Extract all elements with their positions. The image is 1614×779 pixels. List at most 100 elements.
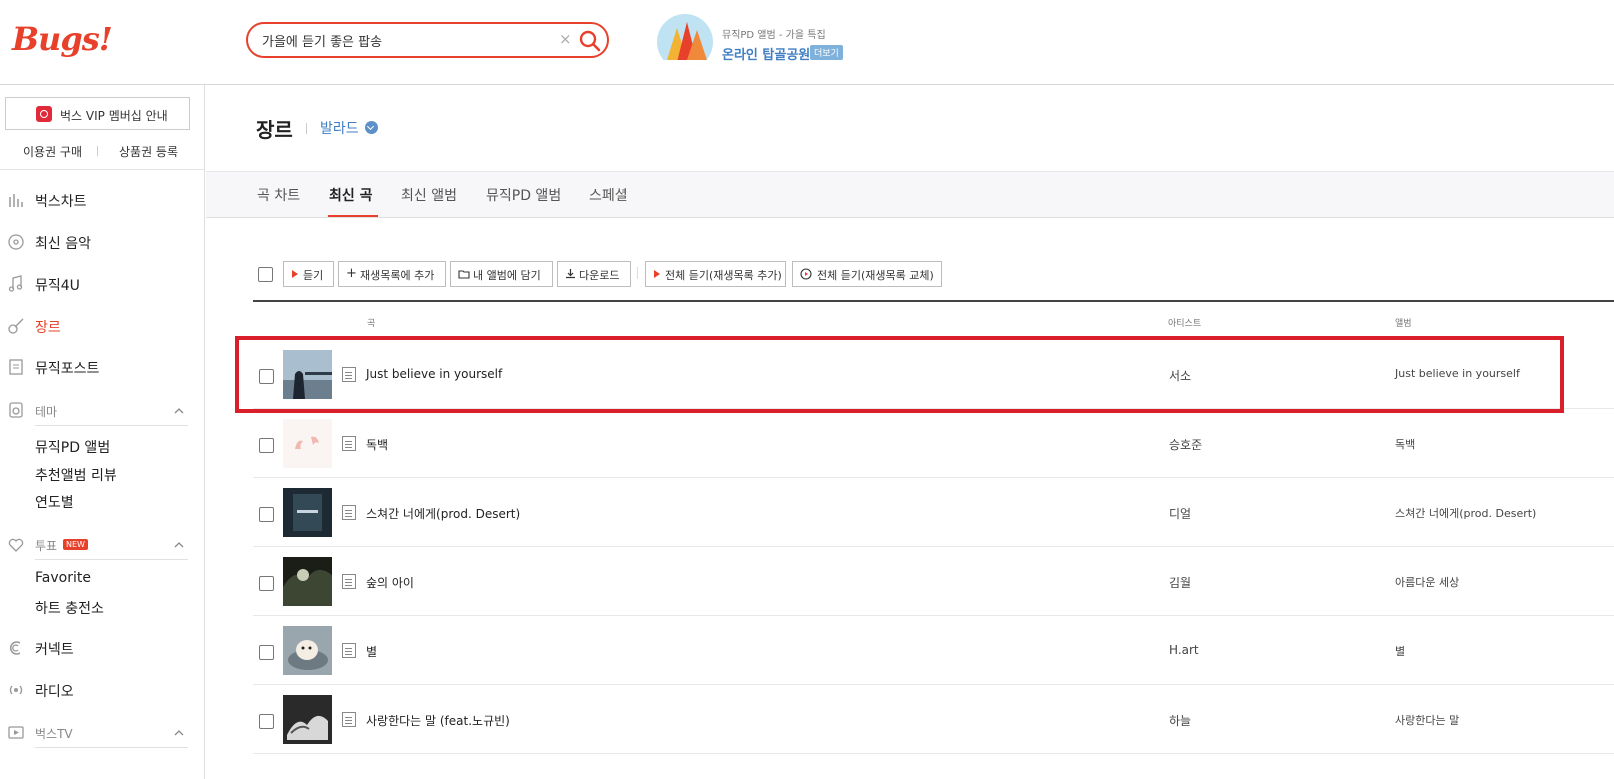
play-button[interactable]: 듣기: [283, 261, 334, 287]
genre-dropdown[interactable]: 발라드: [320, 118, 359, 138]
clear-icon[interactable]: ×: [559, 30, 572, 48]
guitar-icon: [8, 318, 24, 334]
song-title[interactable]: Just believe in yourself: [366, 367, 502, 381]
album-cover[interactable]: [283, 350, 332, 399]
album-name[interactable]: 별: [1395, 643, 1405, 659]
song-title[interactable]: 숲의 아이: [366, 574, 414, 591]
bugs-logo[interactable]: Bugs!: [12, 20, 113, 58]
download-button[interactable]: 다운로드: [557, 261, 631, 287]
add-to-playlist-button[interactable]: + 재생목록에 추가: [338, 261, 446, 287]
sidebar-item-genre[interactable]: 장르: [0, 311, 205, 341]
play-icon: [654, 270, 660, 278]
table-row[interactable]: 스쳐간 너에게(prod. Desert) 디얼 스쳐간 너에게(prod. D…: [253, 478, 1614, 547]
lyrics-icon[interactable]: [342, 367, 356, 382]
add-to-my-album-button[interactable]: 내 앨범에 담기: [450, 261, 553, 287]
row-checkbox[interactable]: [259, 507, 274, 522]
table-row[interactable]: 사랑한다는 말 (feat.노규빈) 하늘 사랑한다는 말: [253, 685, 1614, 754]
row-checkbox[interactable]: [259, 576, 274, 591]
album-name[interactable]: 스쳐간 너에게(prod. Desert): [1395, 505, 1536, 521]
vote-group-label[interactable]: 투표: [35, 537, 57, 554]
sidebar-item-heart-charge[interactable]: 하트 충전소: [35, 598, 104, 618]
album-cover[interactable]: [283, 695, 332, 744]
promo-more-badge[interactable]: 더보기: [810, 45, 843, 60]
promo-thumbnail[interactable]: [657, 14, 713, 70]
album-cover[interactable]: [283, 626, 332, 675]
tab-musicpd-albums[interactable]: 뮤직PD 앨범: [486, 185, 561, 205]
tab-latest-albums[interactable]: 최신 앨범: [401, 185, 457, 205]
tab-special[interactable]: 스페셜: [589, 185, 628, 205]
song-title[interactable]: 사랑한다는 말 (feat.노규빈): [366, 712, 510, 729]
song-title[interactable]: 별: [366, 643, 377, 660]
table-row[interactable]: Just believe in yourself 서소 Just believe…: [253, 340, 1614, 409]
artist-name[interactable]: H.art: [1169, 643, 1199, 657]
play-all-add-button[interactable]: 전체 듣기(재생목록 추가): [645, 261, 786, 287]
post-icon: [9, 359, 23, 375]
tab-song-chart[interactable]: 곡 차트: [257, 185, 300, 205]
sidebar-item-music4u[interactable]: 뮤직4U: [0, 269, 205, 299]
chevron-up-icon[interactable]: [174, 540, 184, 550]
album-cover[interactable]: [283, 419, 332, 468]
select-all-checkbox[interactable]: [258, 267, 273, 282]
theme-group-label[interactable]: 테마: [35, 403, 57, 420]
divider: [97, 146, 98, 156]
sidebar-item-favorite[interactable]: Favorite: [35, 570, 91, 586]
row-checkbox[interactable]: [259, 714, 274, 729]
album-name[interactable]: 아름다운 세상: [1395, 574, 1459, 590]
tv-icon: [8, 726, 24, 739]
lyrics-icon[interactable]: [342, 505, 356, 520]
vip-membership-button[interactable]: 벅스 VIP 멤버십 안내: [5, 97, 190, 130]
table-top-border: [253, 300, 1614, 302]
sidebar-item-album-review[interactable]: 추천앨범 리뷰: [35, 465, 117, 485]
artist-name[interactable]: 승호준: [1169, 436, 1202, 453]
table-row[interactable]: 독백 승호준 독백: [253, 409, 1614, 478]
promo-title[interactable]: 온라인 탑골공원: [722, 44, 810, 63]
lyrics-icon[interactable]: [342, 436, 356, 451]
table-row[interactable]: 별 H.art 별: [253, 616, 1614, 685]
artist-name[interactable]: 서소: [1169, 367, 1191, 384]
album-cover[interactable]: [283, 488, 332, 537]
album-name[interactable]: 독백: [1395, 436, 1415, 452]
sidebar-item-bugs-chart[interactable]: 벅스차트: [0, 185, 205, 215]
song-title[interactable]: 스쳐간 너에게(prod. Desert): [366, 505, 520, 522]
artist-name[interactable]: 디얼: [1169, 505, 1191, 522]
buy-pass-link[interactable]: 이용권 구매: [23, 143, 82, 160]
sidebar-item-by-year[interactable]: 연도별: [35, 492, 74, 512]
song-title[interactable]: 독백: [366, 436, 388, 453]
artist-name[interactable]: 김월: [1169, 574, 1191, 591]
lyrics-icon[interactable]: [342, 643, 356, 658]
heart-icon: [8, 538, 24, 552]
left-sidebar: 벅스 VIP 멤버십 안내 이용권 구매 상품권 등록 벅스차트 최신 음악 뮤…: [0, 85, 205, 779]
column-header-album: 앨범: [1395, 319, 1412, 329]
sidebar-item-music-post[interactable]: 뮤직포스트: [0, 352, 205, 382]
voucher-register-link[interactable]: 상품권 등록: [119, 143, 178, 160]
search-input[interactable]: [262, 30, 552, 50]
promo-subtitle: 뮤직PD 앨범 - 가을 특집: [722, 30, 826, 41]
album-name[interactable]: 사랑한다는 말: [1395, 712, 1459, 728]
album-cover[interactable]: [283, 557, 332, 606]
chevron-up-icon[interactable]: [174, 728, 184, 738]
bugstv-group-label[interactable]: 벅스TV: [35, 725, 73, 742]
sidebar-item-radio[interactable]: 라디오: [0, 675, 205, 705]
row-checkbox[interactable]: [259, 645, 274, 660]
search-icon[interactable]: [578, 29, 602, 53]
sidebar-item-connect[interactable]: 커넥트: [0, 633, 205, 663]
radio-icon: [9, 685, 23, 695]
chevron-up-icon[interactable]: [174, 406, 184, 416]
tab-latest-songs[interactable]: 최신 곡: [329, 185, 373, 205]
active-tab-indicator: [328, 215, 378, 217]
row-checkbox[interactable]: [259, 438, 274, 453]
search-box[interactable]: ×: [246, 22, 609, 58]
lyrics-icon[interactable]: [342, 712, 356, 727]
tab-bar: 곡 차트 최신 곡 최신 앨범 뮤직PD 앨범 스페셜: [206, 171, 1614, 218]
artist-name[interactable]: 하늘: [1169, 712, 1191, 729]
row-checkbox[interactable]: [259, 369, 274, 384]
lyrics-icon[interactable]: [342, 574, 356, 589]
sidebar-item-new-music[interactable]: 최신 음악: [0, 227, 205, 257]
chevron-down-icon[interactable]: [365, 121, 378, 134]
table-row[interactable]: 숲의 아이 김월 아름다운 세상: [253, 547, 1614, 616]
column-header-song: 곡: [367, 319, 376, 329]
sidebar-item-musicpd-album[interactable]: 뮤직PD 앨범: [35, 437, 110, 457]
new-badge: NEW: [63, 539, 88, 550]
play-all-replace-button[interactable]: 전체 듣기(재생목록 교체): [792, 261, 942, 287]
album-name[interactable]: Just believe in yourself: [1395, 367, 1520, 380]
